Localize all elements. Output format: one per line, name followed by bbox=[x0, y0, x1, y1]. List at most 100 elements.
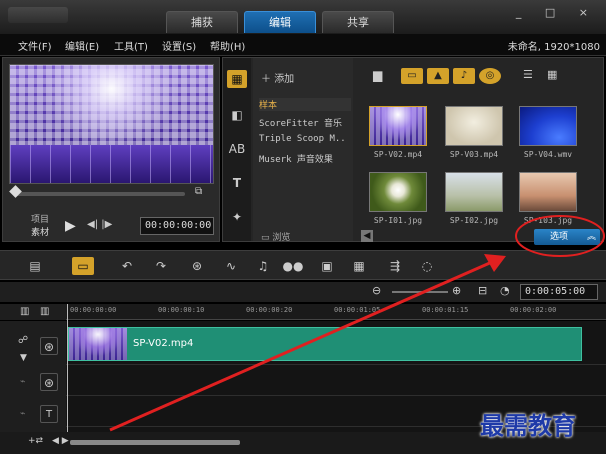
tab-capture[interactable]: 捕获 bbox=[166, 11, 238, 33]
ruler-tick: 00:00:00:10 bbox=[158, 306, 205, 314]
thumbnail-caption: SP-V02.mp4 bbox=[373, 150, 423, 159]
tab-share[interactable]: 共享 bbox=[322, 11, 394, 33]
library-sidebar: ▦ ◧ AB T ✦ bbox=[223, 58, 251, 241]
play-icon[interactable]: ▶ bbox=[65, 218, 81, 236]
audio-filter-icon[interactable]: ♪ bbox=[453, 68, 475, 84]
record-capture-icon[interactable]: ⊛ bbox=[186, 257, 208, 275]
thumbnail-caption: SP-I02.jpg bbox=[449, 216, 499, 225]
zoom-out-icon[interactable]: ⊖ bbox=[372, 284, 381, 297]
library-toolbar: ▆ ▭ ▲ ♪ ◎ ☰ ▦ bbox=[363, 68, 603, 88]
library-item[interactable]: ScoreFitter 音乐 bbox=[259, 116, 351, 129]
loop-icon[interactable]: ◌ bbox=[416, 257, 438, 275]
horizontal-scrollbar[interactable] bbox=[70, 440, 240, 445]
preview-screen bbox=[9, 64, 214, 184]
fit-project-icon[interactable]: ⊟ bbox=[478, 284, 487, 297]
tab-edit[interactable]: 编辑 bbox=[244, 11, 316, 33]
folder-icon[interactable]: ▆ bbox=[373, 68, 382, 82]
ruler-tick: 00:00:00:00 bbox=[70, 306, 117, 314]
web-icon[interactable]: ◎ bbox=[479, 68, 501, 84]
video-filter-icon[interactable]: ▭ bbox=[401, 68, 423, 84]
transition-icon[interactable]: ◧ bbox=[227, 106, 247, 124]
media-thumbnail[interactable] bbox=[519, 172, 577, 212]
time-remap-icon[interactable]: ⇶ bbox=[384, 257, 406, 275]
mode-clip[interactable]: 素材 bbox=[31, 225, 49, 238]
media-thumbnail[interactable] bbox=[445, 172, 503, 212]
audio-mixer-icon[interactable]: ∿ bbox=[220, 257, 242, 275]
media-thumbnail[interactable] bbox=[369, 172, 427, 212]
thumbnail-caption: SP-V04.wmv bbox=[523, 150, 573, 159]
scrub-track[interactable] bbox=[15, 192, 185, 196]
watermark: 最需教育 bbox=[480, 411, 576, 440]
add-button[interactable]: ＋ 添加 bbox=[261, 70, 294, 85]
video-track[interactable]: SP-V02.mp4 bbox=[66, 321, 606, 365]
multi-camera-icon[interactable]: ▦ bbox=[348, 257, 370, 275]
preview-panel: ⧉ 项目 素材 ▶ ◀| |▶ 00:00:00:00 bbox=[2, 57, 220, 242]
clip-thumbnail bbox=[69, 328, 127, 360]
title-icon[interactable]: T bbox=[227, 174, 247, 192]
folder-icon: ▭ bbox=[261, 233, 273, 243]
media-icon[interactable]: ▦ bbox=[227, 70, 247, 88]
library-item[interactable]: 样本 bbox=[259, 98, 351, 111]
plus-icon: ＋ bbox=[261, 74, 275, 85]
redo-icon[interactable]: ↷ bbox=[150, 257, 172, 275]
auto-music-icon[interactable]: ♫ bbox=[252, 257, 274, 275]
video-track-icon[interactable]: ⊛ bbox=[40, 337, 58, 355]
double-chevron-up-icon: ︽ bbox=[586, 232, 596, 242]
clock-icon: ◔ bbox=[500, 284, 510, 297]
ruler-tick: 00:00:01:05 bbox=[334, 306, 381, 314]
title-track-icon[interactable]: T bbox=[40, 405, 58, 423]
menu-file[interactable]: 文件(F) bbox=[18, 38, 52, 53]
zoom-in-icon[interactable]: ⊕ bbox=[452, 284, 461, 297]
timeline-view-icon[interactable]: ▭ bbox=[72, 257, 94, 275]
list-view-icon[interactable]: ☰ bbox=[523, 68, 533, 81]
filter-icon[interactable]: AB bbox=[227, 140, 247, 158]
link-icon[interactable]: ⌁ bbox=[20, 409, 25, 419]
motion-track-icon[interactable]: ●● bbox=[282, 257, 304, 275]
preview-timecode[interactable]: 00:00:00:00 bbox=[140, 217, 214, 235]
library-item[interactable]: Muserk 声音效果 bbox=[259, 152, 351, 165]
timeline-toolbar: ▤ ▭ ↶ ↷ ⊛ ∿ ♫ ●● ▣ ▦ ⇶ ◌ bbox=[0, 250, 606, 280]
photo-filter-icon[interactable]: ▲ bbox=[427, 68, 449, 84]
thumbnail-caption: SP-I03.jpg bbox=[523, 216, 573, 225]
browse-button[interactable]: ▭ 浏览 bbox=[261, 230, 290, 243]
thumbnail-caption: SP-V03.mp4 bbox=[449, 150, 499, 159]
copy-icon[interactable]: ⧉ bbox=[195, 186, 202, 197]
overlay-track-icon[interactable]: ⊛ bbox=[40, 373, 58, 391]
undo-icon[interactable]: ↶ bbox=[116, 257, 138, 275]
subtitle-editor-icon[interactable]: ▣ bbox=[316, 257, 338, 275]
library-item[interactable]: Triple Scoop M.. bbox=[259, 134, 351, 144]
video-clip[interactable]: SP-V02.mp4 bbox=[68, 327, 582, 361]
track-manager-icon[interactable]: ▥ bbox=[20, 306, 29, 317]
menu-help[interactable]: 帮助(H) bbox=[210, 38, 245, 53]
playhead[interactable] bbox=[67, 304, 68, 444]
media-thumbnail[interactable] bbox=[519, 106, 577, 146]
timeline-ruler[interactable]: 00:00:00:00 00:00:00:10 00:00:00:20 00:0… bbox=[66, 304, 606, 320]
menu-settings[interactable]: 设置(S) bbox=[162, 38, 196, 53]
graphics-icon[interactable]: ✦ bbox=[227, 208, 247, 226]
zoom-slider[interactable] bbox=[392, 291, 448, 293]
title-bar: 捕获 编辑 共享 _ □ × bbox=[0, 0, 606, 34]
media-thumbnail[interactable] bbox=[445, 106, 503, 146]
storyboard-view-icon[interactable]: ▤ bbox=[24, 257, 46, 275]
chapter-icon[interactable]: ▥ bbox=[40, 306, 49, 317]
add-track-icon[interactable]: +⇄ bbox=[28, 436, 43, 446]
media-thumbnail[interactable] bbox=[369, 106, 427, 146]
library-list: ＋ 添加 样本 ScoreFitter 音乐 Triple Scoop M.. … bbox=[253, 58, 353, 243]
step-icons[interactable]: ◀| |▶ bbox=[87, 219, 112, 230]
project-duration[interactable]: 0:00:05:00 bbox=[520, 284, 598, 300]
video-track-toggle-icon[interactable]: ☍ bbox=[18, 335, 28, 346]
overlay-track[interactable] bbox=[66, 366, 606, 396]
menu-tools[interactable]: 工具(T) bbox=[114, 38, 148, 53]
project-info: 未命名, 1920*1080 bbox=[507, 42, 600, 53]
thumbnail-caption: SP-I01.jpg bbox=[373, 216, 423, 225]
ruler-tick: 00:00:02:00 bbox=[510, 306, 557, 314]
window-controls[interactable]: _ □ × bbox=[516, 6, 598, 19]
mode-project[interactable]: 项目 bbox=[31, 212, 49, 225]
link-icon[interactable]: ⌁ bbox=[20, 377, 25, 387]
grid-view-icon[interactable]: ▦ bbox=[547, 68, 557, 81]
menu-edit[interactable]: 编辑(E) bbox=[65, 38, 99, 53]
scroll-arrows-icon[interactable]: ◀ ▶ bbox=[52, 436, 69, 446]
chevron-down-icon[interactable]: ▼ bbox=[20, 353, 27, 363]
collapse-arrow-icon[interactable]: ◀ bbox=[361, 230, 373, 242]
options-button[interactable]: 选项 ︽ bbox=[534, 229, 600, 245]
